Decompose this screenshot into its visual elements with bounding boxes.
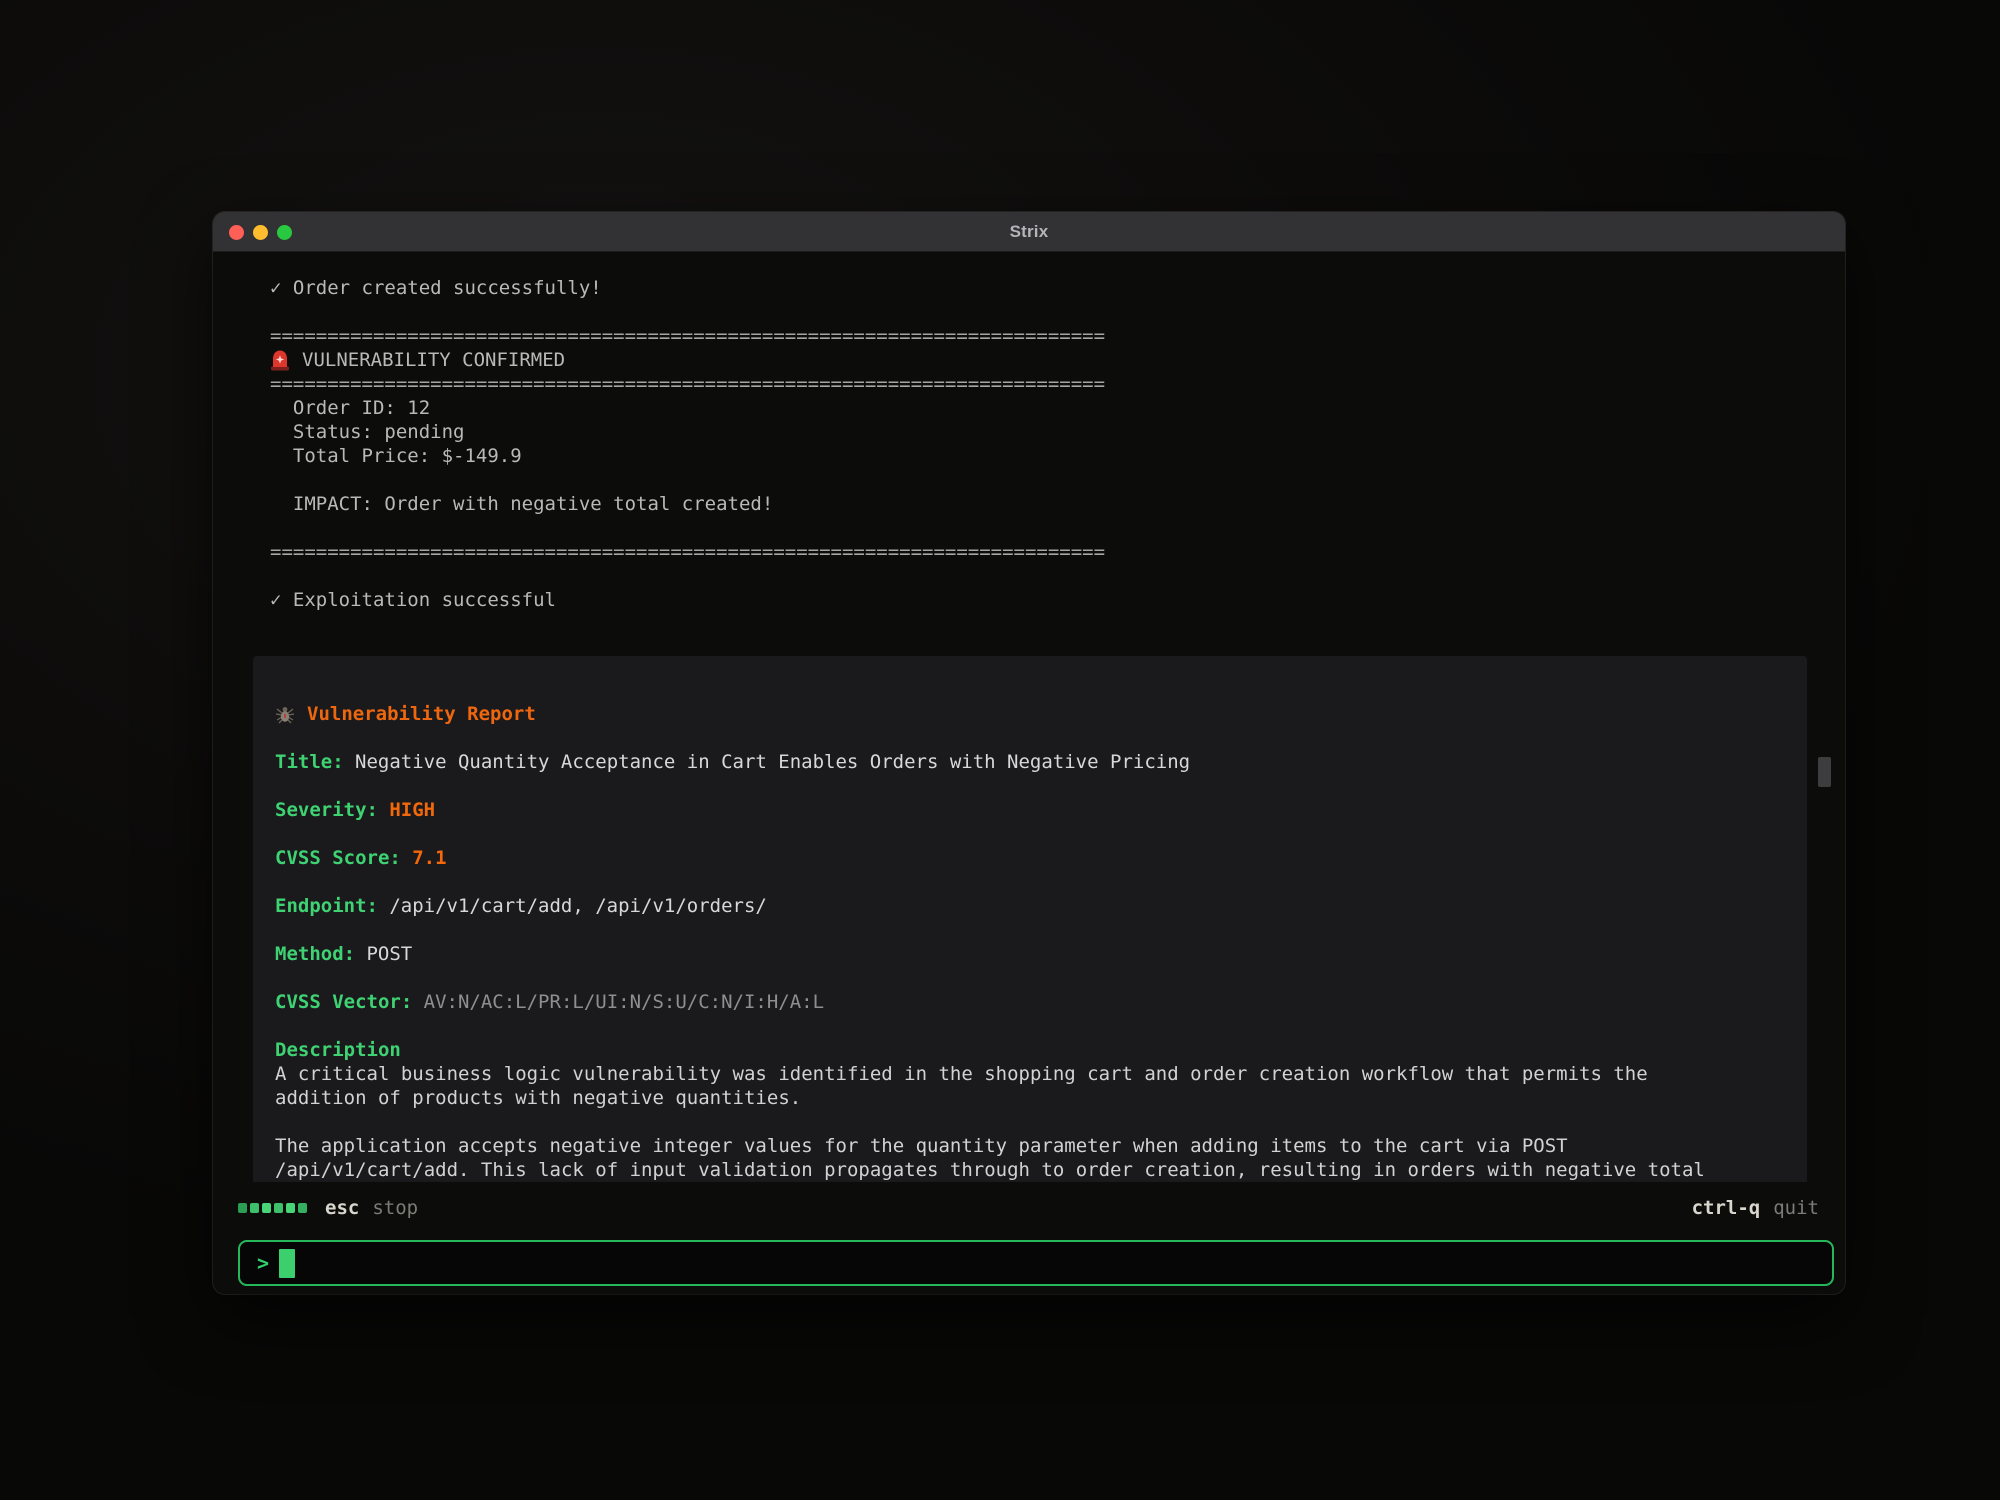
text-cursor	[279, 1249, 295, 1278]
blank-line	[275, 1110, 1785, 1134]
impact-line: IMPACT: Order with negative total create…	[213, 492, 1845, 516]
spider-icon	[275, 704, 295, 724]
description-heading: Description	[275, 1038, 1785, 1062]
field-title: Title:Negative Quantity Acceptance in Ca…	[275, 750, 1785, 774]
activity-blocks	[238, 1203, 307, 1213]
activity-block	[238, 1203, 247, 1213]
blank-line	[275, 966, 1785, 990]
statusbar-right: ctrl-q quit	[1692, 1197, 1819, 1219]
order-total-line: Total Price: $-149.9	[213, 444, 1845, 468]
titlebar: Strix	[213, 212, 1845, 252]
maximize-button[interactable]	[277, 225, 292, 240]
esc-key-hint: esc	[325, 1197, 359, 1219]
activity-block	[250, 1203, 259, 1213]
vulnerability-report-panel: Vulnerability Report Title:Negative Quan…	[253, 656, 1807, 1182]
blank-line	[213, 612, 1845, 636]
exploitation-success-line: ✓ Exploitation successful	[213, 588, 1845, 612]
activity-block	[274, 1203, 283, 1213]
blank-line	[275, 726, 1785, 750]
field-endpoint: Endpoint:/api/v1/cart/add, /api/v1/order…	[275, 894, 1785, 918]
report-header: Vulnerability Report	[275, 702, 1785, 726]
field-method: Method:POST	[275, 942, 1785, 966]
order-id-line: Order ID: 12	[213, 396, 1845, 420]
report-title: Vulnerability Report	[307, 702, 536, 726]
terminal-window: Strix ✓ Order created successfully! ====…	[213, 212, 1845, 1294]
blank-line	[275, 918, 1785, 942]
scrollbar-thumb[interactable]	[1818, 757, 1831, 787]
activity-block	[262, 1203, 271, 1213]
order-success-line: ✓ Order created successfully!	[213, 276, 1845, 300]
blank-line	[275, 1014, 1785, 1038]
minimize-button[interactable]	[253, 225, 268, 240]
activity-block	[298, 1203, 307, 1213]
statusbar: esc stop ctrl-q quit	[213, 1196, 1845, 1220]
prompt-symbol: >	[257, 1251, 269, 1275]
field-cvss-score: CVSS Score:7.1	[275, 846, 1785, 870]
field-severity: Severity:HIGH	[275, 798, 1785, 822]
vulnerability-confirmed-label: VULNERABILITY CONFIRMED	[302, 348, 565, 372]
separator-line: ========================================…	[213, 540, 1845, 564]
separator-line: ========================================…	[213, 372, 1845, 396]
quit-key-hint: ctrl-q	[1692, 1197, 1761, 1219]
blank-line	[275, 774, 1785, 798]
description-line: /api/v1/cart/add. This lack of input val…	[275, 1158, 1785, 1182]
description-line: addition of products with negative quant…	[275, 1086, 1785, 1110]
description-line: The application accepts negative integer…	[275, 1134, 1785, 1158]
blank-line	[213, 516, 1845, 540]
terminal-output[interactable]: ✓ Order created successfully! ==========…	[213, 252, 1845, 1182]
field-cvss-vector: CVSS Vector:AV:N/AC:L/PR:L/UI:N/S:U/C:N/…	[275, 990, 1785, 1014]
description-line: A critical business logic vulnerability …	[275, 1062, 1785, 1086]
blank-line	[213, 564, 1845, 588]
blank-line	[275, 870, 1785, 894]
blank-line	[213, 468, 1845, 492]
command-input[interactable]: >	[238, 1240, 1834, 1286]
window-title: Strix	[1010, 222, 1049, 242]
vulnerability-confirmed-line: VULNERABILITY CONFIRMED	[213, 348, 1845, 372]
esc-action-label: stop	[372, 1197, 418, 1219]
blank-line	[275, 822, 1785, 846]
blank-line	[213, 300, 1845, 324]
statusbar-left: esc stop	[238, 1197, 418, 1219]
window-controls	[229, 212, 292, 252]
separator-line: ========================================…	[213, 324, 1845, 348]
quit-action-label: quit	[1773, 1197, 1819, 1219]
activity-block	[286, 1203, 295, 1213]
order-status-line: Status: pending	[213, 420, 1845, 444]
siren-icon	[270, 349, 290, 371]
close-button[interactable]	[229, 225, 244, 240]
